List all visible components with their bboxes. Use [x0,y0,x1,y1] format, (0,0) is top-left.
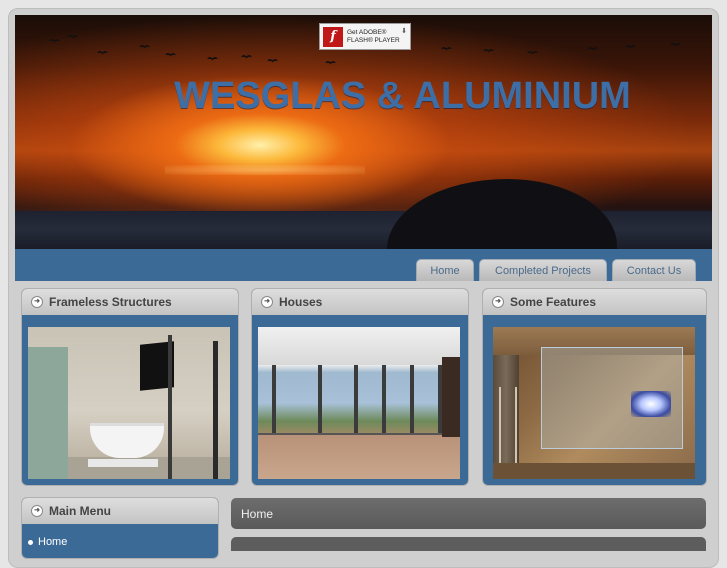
module-title: Some Features [510,295,597,309]
bird-icon [67,35,77,39]
tab-home[interactable]: Home [416,259,474,281]
bird-icon [267,59,277,63]
breadcrumb-current[interactable]: Home [241,507,273,521]
content-area [231,537,706,551]
main-menu-title: Main Menu [49,504,111,518]
main-menu-module: ➜ Main Menu [21,497,219,559]
main-menu-item-label: Home [38,536,68,548]
bird-icon [670,43,680,47]
tab-contact-us[interactable]: Contact Us [612,259,696,281]
bird-icon [527,51,537,55]
flash-badge-text: Get ADOBE® FLASH® PLAYER [347,29,400,45]
main-menu-item-home[interactable]: Home [28,536,67,548]
house-interior-photo[interactable] [258,327,460,479]
frameless-bathroom-photo[interactable] [28,327,230,479]
bird-icon [49,39,59,43]
glass-feature-photo[interactable] [493,327,695,479]
bird-icon [165,53,175,57]
bullet-icon [28,539,33,545]
rock-image [387,179,617,249]
breadcrumb: Home [231,498,706,529]
module-title: Frameless Structures [49,295,172,309]
flash-badge-line2: FLASH® PLAYER [347,36,400,44]
module-header: ➜ Houses [252,289,468,315]
header-banner: WESGLAS & ALUMINIUM [15,15,712,249]
bird-icon [441,47,451,51]
sun-glare [165,165,365,175]
bird-icon [483,49,493,53]
module-header: ➜ Some Features [483,289,706,315]
get-flash-player-badge[interactable]: f Get ADOBE® FLASH® PLAYER ⬇ [319,23,411,50]
flash-badge-line1: Get ADOBE® [347,28,387,36]
bird-icon [139,45,149,49]
module-header: ➜ Main Menu [22,498,218,524]
tab-completed-projects[interactable]: Completed Projects [479,259,607,281]
bird-icon [97,51,107,55]
module-frameless-structures: ➜ Frameless Structures [21,288,239,486]
arrow-circle-icon: ➜ [492,296,504,308]
bird-icon [207,57,217,61]
bird-icon [587,47,597,51]
module-some-features: ➜ Some Features [482,288,707,486]
nav-bar [15,249,712,281]
arrow-circle-icon: ➜ [31,296,43,308]
arrow-circle-icon: ➜ [31,505,43,517]
module-houses: ➜ Houses [251,288,469,486]
site-title: WESGLAS & ALUMINIUM [174,75,631,117]
flash-icon: f [323,26,343,47]
download-arrow-icon: ⬇ [401,28,407,35]
bird-icon [625,45,635,49]
module-header: ➜ Frameless Structures [22,289,238,315]
bird-icon [325,61,335,65]
module-title: Houses [279,295,323,309]
bird-icon [241,55,251,59]
arrow-circle-icon: ➜ [261,296,273,308]
